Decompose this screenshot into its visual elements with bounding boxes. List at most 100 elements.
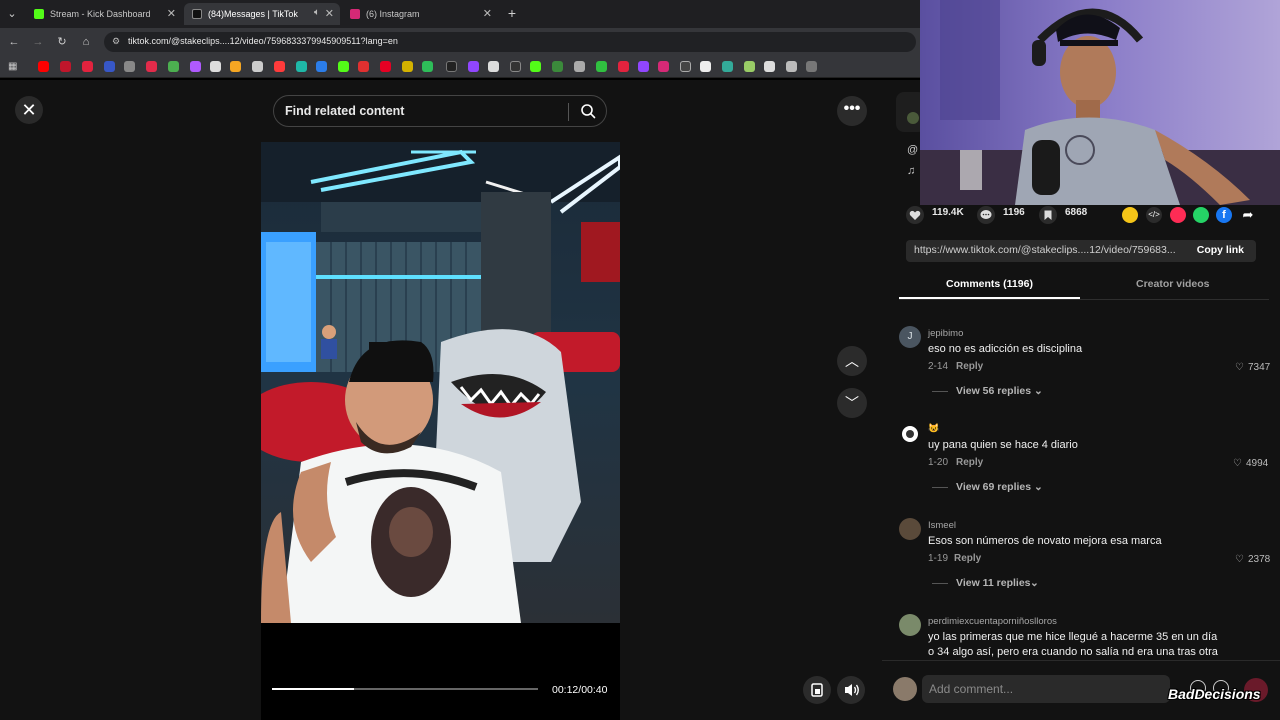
bookmark-icon[interactable]	[764, 61, 775, 72]
tab-kick-dashboard[interactable]: Stream - Kick Dashboard ✕	[26, 3, 182, 25]
url-text: tiktok.com/@stakeclips....12/video/75968…	[128, 36, 398, 46]
chevron-down-icon[interactable]: ⌄	[1034, 385, 1043, 397]
bookmark-icon[interactable]	[190, 61, 201, 72]
chevron-down-icon[interactable]: ⌄	[1030, 577, 1039, 589]
facebook-icon[interactable]: f	[1216, 207, 1232, 223]
comment-username[interactable]: 😺	[928, 423, 939, 434]
tab-creator-videos[interactable]: Creator videos	[1136, 278, 1210, 290]
bookmark-icon[interactable]	[786, 61, 797, 72]
embed-icon[interactable]: </>	[1146, 207, 1162, 223]
bookmark-icon[interactable]	[1039, 206, 1057, 224]
bookmark-icon[interactable]	[638, 61, 649, 72]
reply-button[interactable]: Reply	[956, 361, 983, 372]
whatsapp-icon[interactable]	[1193, 207, 1209, 223]
apps-grid-icon[interactable]: ▦	[8, 61, 19, 72]
avatar[interactable]: J	[899, 326, 921, 348]
close-tab-icon[interactable]: ✕	[483, 7, 492, 20]
bookmark-icon[interactable]	[82, 61, 93, 72]
bookmark-icon[interactable]	[402, 61, 413, 72]
avatar[interactable]	[902, 426, 918, 442]
view-replies-button[interactable]: View 11 replies	[956, 577, 1031, 589]
search-icon[interactable]	[580, 103, 596, 119]
bookmark-icon[interactable]	[618, 61, 629, 72]
bookmark-icon[interactable]	[296, 61, 307, 72]
site-info-icon[interactable]: ⚙	[112, 36, 120, 47]
more-options-button[interactable]: •••	[837, 96, 867, 126]
bookmark-icon[interactable]	[422, 61, 433, 72]
bookmark-icon[interactable]	[700, 61, 711, 72]
bookmark-icon[interactable]	[744, 61, 755, 72]
bookmark-icon[interactable]	[274, 61, 285, 72]
next-video-button[interactable]: ﹀	[837, 388, 867, 418]
tab-list-icon[interactable]: ⌄	[4, 6, 20, 22]
reload-icon[interactable]: ↻	[54, 34, 70, 50]
tab-tiktok-messages[interactable]: (84)Messages | TikTok 🔈︎ ✕	[184, 3, 340, 25]
avatar[interactable]	[899, 518, 921, 540]
search-input[interactable]: Find related content	[273, 95, 607, 127]
previous-video-button[interactable]: ︿	[837, 346, 867, 376]
reply-button[interactable]: Reply	[956, 457, 983, 468]
bookmark-icon[interactable]	[338, 61, 349, 72]
comment-username[interactable]: jepibimo	[928, 328, 963, 339]
bookmark-icon[interactable]	[658, 61, 669, 72]
bookmark-icon[interactable]	[574, 61, 585, 72]
audio-playing-icon[interactable]: 🔈︎	[314, 7, 320, 18]
bookmark-icon[interactable]	[488, 61, 499, 72]
bookmark-icon[interactable]	[316, 61, 327, 72]
copy-link-button[interactable]: Copy link	[1197, 244, 1244, 256]
bookmark-icon[interactable]	[358, 61, 369, 72]
bookmark-icon[interactable]	[468, 61, 479, 72]
view-replies-button[interactable]: View 69 replies	[956, 481, 1031, 493]
comment-like-icon[interactable]: ♡	[1235, 554, 1244, 565]
bookmark-icon[interactable]	[104, 61, 115, 72]
bookmark-icon[interactable]	[510, 61, 521, 72]
close-tab-icon[interactable]: ✕	[325, 7, 334, 20]
volume-button[interactable]	[837, 676, 865, 704]
close-tab-icon[interactable]: ✕	[167, 7, 176, 20]
close-video-button[interactable]: ✕	[15, 96, 43, 124]
reply-button[interactable]: Reply	[954, 553, 981, 564]
add-comment-placeholder: Add comment...	[929, 682, 1014, 696]
bookmark-icon[interactable]	[596, 61, 607, 72]
repost-icon[interactable]	[1122, 207, 1138, 223]
bookmark-icon[interactable]	[168, 61, 179, 72]
send-to-friends-icon[interactable]	[1170, 207, 1186, 223]
view-replies-button[interactable]: View 56 replies	[956, 385, 1031, 397]
forward-icon[interactable]: →	[30, 34, 46, 50]
bookmark-icon[interactable]	[230, 61, 241, 72]
bookmark-icon[interactable]	[210, 61, 221, 72]
comment-like-icon[interactable]: ♡	[1235, 362, 1244, 373]
home-icon[interactable]: ⌂	[78, 34, 94, 50]
bookmark-icon[interactable]	[722, 61, 733, 72]
bookmark-icon[interactable]	[380, 61, 391, 72]
comment-like-icon[interactable]: ♡	[1233, 458, 1242, 469]
bookmark-icon[interactable]	[60, 61, 71, 72]
bookmark-icon[interactable]	[446, 61, 457, 72]
comment-username[interactable]: Ismeel	[928, 520, 956, 531]
url-field[interactable]: ⚙ tiktok.com/@stakeclips....12/video/759…	[104, 32, 916, 52]
tab-instagram[interactable]: (6) Instagram ✕	[342, 3, 498, 25]
bookmark-icon[interactable]	[146, 61, 157, 72]
add-comment-input[interactable]: Add comment...	[922, 675, 1170, 703]
chevron-down-icon[interactable]: ⌄	[1034, 481, 1043, 493]
bookmark-icon[interactable]	[530, 61, 541, 72]
bookmark-icon[interactable]	[680, 61, 691, 72]
bookmark-icon[interactable]	[252, 61, 263, 72]
bookmark-icon[interactable]	[38, 61, 49, 72]
tab-comments[interactable]: Comments (1196)	[946, 278, 1033, 290]
volume-icon	[845, 684, 859, 696]
bookmark-icon[interactable]	[806, 61, 817, 72]
like-icon[interactable]	[906, 206, 924, 224]
video-frame[interactable]	[261, 142, 620, 623]
picture-in-picture-button[interactable]	[803, 676, 831, 704]
avatar[interactable]	[899, 614, 921, 636]
comment-username[interactable]: perdimiexcuentaporniñoslloros	[928, 616, 1057, 627]
video-progress-fill[interactable]	[272, 688, 354, 690]
share-more-icon[interactable]: ➦	[1240, 207, 1256, 223]
new-tab-button[interactable]: +	[504, 5, 520, 21]
back-icon[interactable]: ←	[6, 34, 22, 50]
creator-avatar[interactable]	[907, 112, 919, 124]
comment-icon[interactable]	[977, 206, 995, 224]
bookmark-icon[interactable]	[124, 61, 135, 72]
bookmark-icon[interactable]	[552, 61, 563, 72]
